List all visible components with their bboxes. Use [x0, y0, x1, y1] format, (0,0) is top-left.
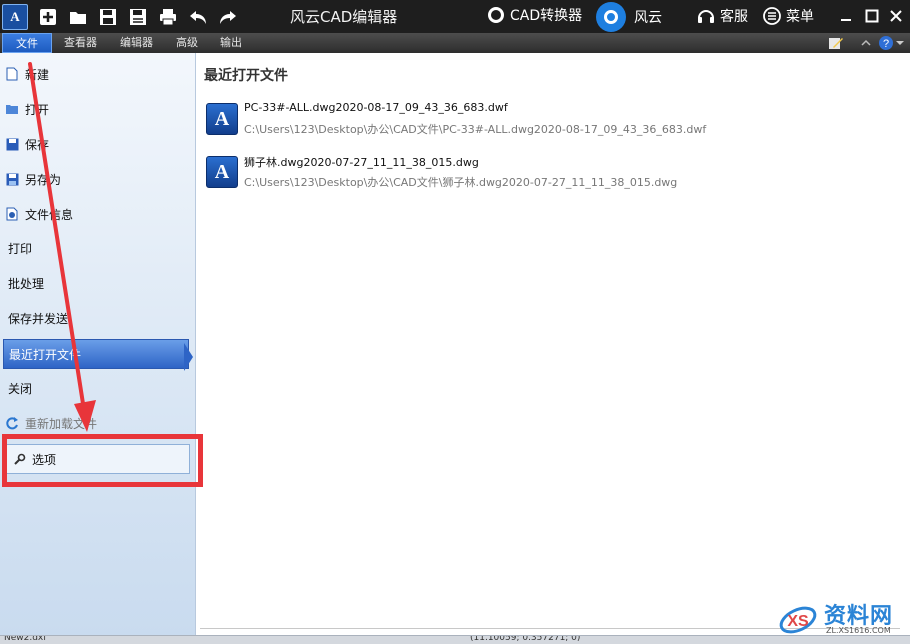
window-title: 风云CAD编辑器: [290, 8, 398, 26]
save-icon[interactable]: [96, 5, 120, 29]
svg-text:XS: XS: [787, 613, 809, 630]
undo-icon[interactable]: [186, 5, 210, 29]
nav-open[interactable]: 打开: [0, 94, 192, 124]
nav-file-info[interactable]: 文件信息: [0, 199, 192, 229]
reload-icon: [5, 416, 19, 430]
save-as-icon: [5, 172, 19, 186]
svg-text:?: ?: [883, 38, 889, 50]
watermark: XS 资料网 ZL.XS1616.COM: [776, 596, 908, 640]
cad-converter-button[interactable]: CAD转换器: [488, 5, 582, 25]
annotation-highlight-box: [2, 434, 203, 487]
maximize-button[interactable]: [860, 4, 884, 28]
new-file-icon: [5, 67, 19, 81]
recent-file-item[interactable]: A PC-33#-ALL.dwg2020-08-17_09_43_36_683.…: [206, 99, 886, 143]
recent-file-path: C:\Users\123\Desktop\办公\CAD文件\狮子林.dwg202…: [244, 176, 678, 189]
edit-note-icon[interactable]: [828, 35, 844, 51]
tab-output[interactable]: 输出: [214, 33, 248, 53]
customer-service-button[interactable]: 客服: [696, 6, 748, 26]
maximize-icon: [865, 9, 879, 23]
recent-file-path: C:\Users\123\Desktop\办公\CAD文件\PC-33#-ALL…: [244, 123, 707, 136]
file-backstage-nav: 新建 打开 保存 另存为 文件信息 打印 批处理 保存并发送 最近打开文件 关闭…: [0, 53, 196, 635]
open-folder-icon[interactable]: [66, 5, 90, 29]
selection-notch: [184, 343, 193, 371]
minimize-button[interactable]: [834, 4, 858, 28]
close-icon: [890, 10, 902, 22]
tab-editor[interactable]: 编辑器: [114, 33, 159, 53]
recent-files-panel: 最近打开文件 A PC-33#-ALL.dwg2020-08-17_09_43_…: [196, 53, 910, 635]
fengyun-button[interactable]: 风云: [596, 2, 662, 32]
nav-close[interactable]: 关闭: [0, 373, 192, 403]
info-icon: [5, 207, 19, 221]
help-icon[interactable]: ?: [878, 35, 894, 51]
app-logo-icon[interactable]: A: [2, 4, 28, 30]
nav-new[interactable]: 新建: [0, 59, 192, 89]
tab-advanced[interactable]: 高级: [170, 33, 204, 53]
headset-icon: [698, 10, 714, 23]
collapse-ribbon-icon[interactable]: [858, 35, 874, 51]
status-coordinates: (11.10059; 0.357271; 0): [470, 635, 581, 643]
status-file-name: New2.dxf: [4, 635, 47, 643]
close-button[interactable]: [884, 4, 908, 28]
title-bar: A 风云CAD编辑器 CAD转换器 风云 客服 菜单: [0, 0, 910, 33]
cad-file-icon: A: [206, 103, 238, 135]
new-icon[interactable]: [36, 5, 60, 29]
nav-batch[interactable]: 批处理: [0, 268, 192, 298]
print-icon[interactable]: [156, 5, 180, 29]
recent-file-name: PC-33#-ALL.dwg2020-08-17_09_43_36_683.dw…: [244, 101, 508, 114]
recent-files-title: 最近打开文件: [204, 68, 288, 84]
nav-save-as[interactable]: 另存为: [0, 164, 192, 194]
watermark-logo-icon: XS: [779, 606, 817, 634]
save-as-icon[interactable]: [126, 5, 150, 29]
nav-save-and-send[interactable]: 保存并发送: [0, 303, 192, 333]
help-dropdown-icon[interactable]: [894, 35, 906, 51]
open-folder-icon: [5, 102, 19, 116]
menu-icon: [763, 7, 781, 25]
menu-button[interactable]: 菜单: [762, 6, 814, 26]
recent-file-name: 狮子林.dwg2020-07-27_11_11_38_015.dwg: [244, 156, 479, 169]
ribbon-tab-bar: 文件 查看器 编辑器 高级 输出 ?: [0, 33, 910, 53]
redo-icon[interactable]: [216, 5, 240, 29]
tab-viewer[interactable]: 查看器: [58, 33, 103, 53]
converter-icon: [488, 7, 504, 23]
fengyun-logo-icon: [596, 2, 626, 32]
minimize-icon: [841, 19, 851, 21]
nav-print[interactable]: 打印: [0, 233, 192, 263]
save-icon: [5, 137, 19, 151]
cad-file-icon: A: [206, 156, 238, 188]
nav-recent-files[interactable]: 最近打开文件: [3, 339, 189, 369]
nav-save[interactable]: 保存: [0, 129, 192, 159]
recent-file-item[interactable]: A 狮子林.dwg2020-07-27_11_11_38_015.dwg C:\…: [206, 152, 886, 196]
tab-file[interactable]: 文件: [2, 33, 52, 53]
